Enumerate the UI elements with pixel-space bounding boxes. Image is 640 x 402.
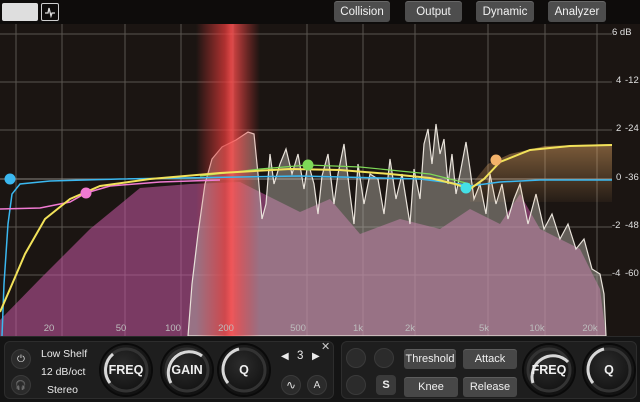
next-band-arrow[interactable]: ▶ (312, 351, 320, 362)
collision-tab[interactable]: Collision (334, 1, 390, 22)
logo (2, 2, 62, 22)
dynamics-toggle-3[interactable] (346, 375, 366, 395)
band-node-cyan[interactable] (460, 182, 472, 194)
headphone-icon[interactable]: 🎧 (11, 375, 31, 395)
q-knob[interactable]: Q (219, 345, 269, 395)
dynamics-toggle-2[interactable] (374, 348, 394, 368)
dynamics-freq-knob[interactable]: FREQ (524, 345, 574, 395)
freq-knob[interactable]: FREQ (101, 345, 151, 395)
power-icon[interactable]: ⏻ (11, 349, 31, 369)
band-node-blue[interactable] (4, 173, 16, 185)
freq-label-10k: 10k (529, 323, 545, 334)
gain-label-4: 4 (616, 75, 622, 86)
wave-icon[interactable]: ∿ (281, 375, 301, 395)
band-section: ⏻ 🎧 Low Shelf 12 dB/oct Stereo FREQ GAIN… (4, 341, 334, 399)
analyzer-label-24: -24 (625, 123, 639, 134)
freq-label-5k: 5k (478, 323, 490, 334)
eq-graph-canvas (0, 24, 613, 336)
band-number: 3 (297, 350, 304, 362)
freq-knob-label: FREQ (108, 363, 144, 377)
dynamics-q-label: Q (604, 363, 614, 377)
analyzer-label-48: -48 (625, 220, 639, 231)
threshold-button[interactable]: Threshold (404, 349, 456, 369)
analyzer-label-12: -12 (625, 75, 639, 86)
release-button[interactable]: Release (463, 377, 517, 397)
filter-type[interactable]: Low Shelf (41, 348, 87, 360)
dynamics-toggle-1[interactable] (346, 348, 366, 368)
auto-icon[interactable]: A (307, 375, 327, 395)
q-knob-label: Q (239, 363, 249, 377)
gain-label-0: 0 (616, 172, 622, 183)
dynamics-section: S Threshold Attack Knee Release FREQ Q (341, 341, 637, 399)
gain-label-6: 6 dB (612, 27, 632, 38)
attack-button[interactable]: Attack (463, 349, 517, 369)
top-bar: Collision Output Dynamic Analyzer (0, 0, 640, 24)
high-shelf-region (470, 144, 612, 202)
band-node-orange[interactable] (490, 154, 502, 166)
output-tab[interactable]: Output (405, 1, 462, 22)
analyzer-tab[interactable]: Analyzer (548, 1, 606, 22)
freq-label-100: 100 (165, 323, 181, 334)
analyzer-label-36: -36 (625, 172, 639, 183)
eq-plugin-window: Collision Output Dynamic Analyzer 6 dB 4… (0, 0, 640, 402)
brand-logo (2, 3, 38, 21)
band-node-pink[interactable] (80, 187, 92, 199)
gain-label-minus-4: -4 (612, 268, 621, 279)
control-panel: ⏻ 🎧 Low Shelf 12 dB/oct Stereo FREQ GAIN… (0, 336, 640, 402)
knee-button[interactable]: Knee (404, 377, 458, 397)
freq-label-50: 50 (115, 323, 127, 334)
prev-band-arrow[interactable]: ◀ (281, 351, 289, 362)
freq-label-20: 20 (43, 323, 55, 334)
freq-label-2k: 2k (404, 323, 416, 334)
gain-knob[interactable]: GAIN (162, 345, 212, 395)
dynamics-freq-label: FREQ (531, 363, 567, 377)
freq-label-20k: 20k (582, 323, 598, 334)
band-node-green[interactable] (302, 159, 314, 171)
freq-label-200: 200 (218, 323, 234, 334)
gain-label-2: 2 (616, 123, 622, 134)
dynamic-tab[interactable]: Dynamic (476, 1, 534, 22)
dynamics-q-knob[interactable]: Q (584, 345, 634, 395)
gain-knob-label: GAIN (171, 363, 203, 377)
solo-button[interactable]: S (376, 375, 396, 395)
channel-mode[interactable]: Stereo (47, 384, 78, 396)
close-icon[interactable]: ✕ (321, 340, 330, 353)
freq-label-500: 500 (290, 323, 306, 334)
waveform-icon[interactable] (41, 3, 59, 21)
analyzer-label-60: -60 (625, 268, 639, 279)
eq-graph[interactable]: 6 dB 4 -12 2 -24 0 -36 -2 -48 -4 -60 20 … (0, 24, 640, 336)
filter-slope[interactable]: 12 dB/oct (41, 366, 85, 378)
gain-label-minus-2: -2 (612, 220, 621, 231)
freq-label-1k: 1k (352, 323, 364, 334)
